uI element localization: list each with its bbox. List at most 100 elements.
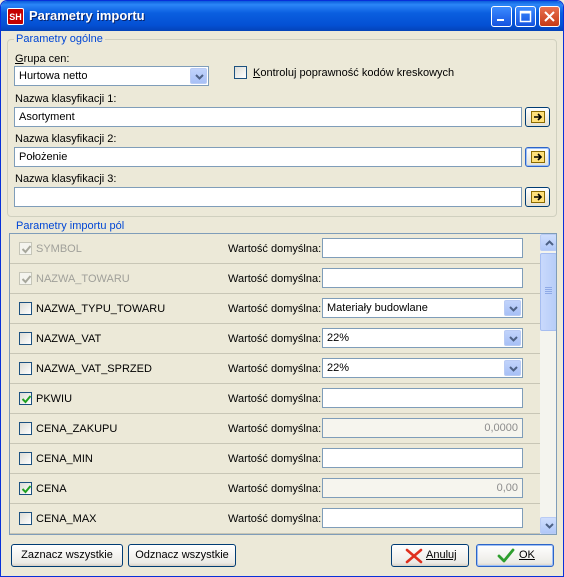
field-checkbox — [19, 272, 32, 285]
app-icon: SH — [7, 8, 24, 25]
field-row: CENA Wartość domyślna: 0,00 — [10, 474, 540, 504]
field-row: NAZWA_VAT Wartość domyślna: 22% — [10, 324, 540, 354]
ok-label: OK — [519, 549, 535, 561]
default-value-label: Wartość domyślna: — [228, 513, 322, 525]
field-name: NAZWA_TYPU_TOWARU — [36, 303, 166, 315]
default-value-label: Wartość domyślna: — [228, 243, 322, 255]
window-title: Parametry importu — [29, 8, 145, 23]
field-checkbox[interactable] — [19, 362, 32, 375]
chevron-up-icon — [545, 240, 554, 246]
deselect-all-button[interactable]: Odznacz wszystkie — [128, 544, 236, 567]
maximize-button[interactable] — [515, 6, 536, 27]
field-row: CENA_ZAKUPU Wartość domyślna: 0,0000 — [10, 414, 540, 444]
field-row: CENA_MAX Wartość domyślna: — [10, 504, 540, 534]
field-checkbox[interactable] — [19, 512, 32, 525]
class3-label: Nazwa klasyfikacji 3: — [15, 173, 117, 185]
field-row: NAZWA_VAT_SPRZED Wartość domyślna: 22% — [10, 354, 540, 384]
field-parameters-list[interactable]: SYMBOL Wartość domyślna: NAZWA_TOWARU Warto… — [9, 233, 557, 535]
default-value-select[interactable]: 22% — [322, 328, 523, 348]
cancel-x-icon — [405, 548, 423, 564]
default-value-input[interactable] — [322, 268, 523, 288]
scroll-down-button[interactable] — [540, 517, 556, 534]
chevron-down-icon[interactable] — [504, 330, 521, 346]
ok-button[interactable]: OK — [476, 544, 554, 567]
field-name: CENA_MIN — [36, 453, 93, 465]
cancel-label: Anuluj — [426, 549, 457, 561]
price-group-select[interactable]: Hurtowa netto — [14, 66, 209, 86]
default-value-label: Wartość domyślna: — [228, 333, 322, 345]
field-checkbox[interactable] — [19, 392, 32, 405]
default-value-label: Wartość domyślna: — [228, 393, 322, 405]
check-icon — [21, 275, 32, 284]
vertical-scrollbar[interactable] — [540, 234, 556, 534]
class2-label: Nazwa klasyfikacji 2: — [15, 133, 117, 145]
default-value-input[interactable] — [322, 388, 523, 408]
default-value-input[interactable] — [322, 448, 523, 468]
default-value-label: Wartość domyślna: — [228, 363, 322, 375]
default-value-label: Wartość domyślna: — [228, 453, 322, 465]
default-value-text: 22% — [327, 332, 350, 344]
field-name: CENA — [36, 483, 67, 495]
scroll-up-button[interactable] — [540, 234, 556, 251]
title-bar[interactable]: SH Parametry importu — [1, 1, 563, 31]
default-value-input[interactable]: 0,00 — [322, 478, 523, 498]
field-checkbox[interactable] — [19, 302, 32, 315]
field-name: NAZWA_TOWARU — [36, 273, 130, 285]
default-value-input[interactable]: 0,0000 — [322, 418, 523, 438]
class1-pick-button[interactable] — [525, 107, 550, 127]
field-name: NAZWA_VAT — [36, 333, 102, 345]
field-checkbox — [19, 242, 32, 255]
maximize-icon — [519, 10, 532, 23]
field-checkbox[interactable] — [19, 332, 32, 345]
default-value-label: Wartość domyślna: — [228, 273, 322, 285]
field-row: SYMBOL Wartość domyślna: — [10, 234, 540, 264]
cancel-button[interactable]: Anuluj — [391, 544, 469, 567]
barcode-check-checkbox[interactable] — [234, 66, 247, 79]
class2-input[interactable]: Położenie — [14, 147, 522, 167]
default-value-text: 22% — [327, 362, 350, 374]
barcode-check-label[interactable]: Kontroluj poprawność kodów kreskowych — [253, 67, 454, 79]
price-group-label: Grupa cen: — [15, 53, 70, 65]
minimize-button[interactable] — [491, 6, 512, 27]
chevron-down-icon[interactable] — [190, 68, 207, 84]
arrow-right-icon — [531, 111, 545, 123]
field-row: NAZWA_TYPU_TOWARU Wartość domyślna: Materi… — [10, 294, 540, 324]
chevron-down-icon — [545, 523, 554, 529]
check-icon — [21, 395, 32, 404]
field-checkbox[interactable] — [19, 452, 32, 465]
default-value-select[interactable]: 22% — [322, 358, 523, 378]
default-value-select[interactable]: Materiały budowlane — [322, 298, 523, 318]
class1-label: Nazwa klasyfikacji 1: — [15, 93, 117, 105]
chevron-down-icon[interactable] — [504, 360, 521, 376]
field-row: CENA_MIN Wartość domyślna: — [10, 444, 540, 474]
check-icon — [21, 245, 32, 254]
field-checkbox[interactable] — [19, 482, 32, 495]
field-checkbox[interactable] — [19, 422, 32, 435]
field-name: PKWIU — [36, 393, 73, 405]
class3-pick-button[interactable] — [525, 187, 550, 207]
arrow-right-icon — [531, 151, 545, 163]
price-group-value: Hurtowa netto — [19, 70, 88, 82]
select-all-button[interactable]: Zaznacz wszystkie — [11, 544, 123, 567]
class3-input[interactable] — [14, 187, 522, 207]
default-value-input[interactable] — [322, 508, 523, 528]
arrow-right-icon — [531, 191, 545, 203]
checkmark-icon — [497, 548, 515, 563]
import-parameters-window: SH Parametry importu Parametry ogólne Gr… — [0, 0, 564, 577]
minimize-icon — [497, 19, 504, 21]
chevron-down-icon[interactable] — [504, 300, 521, 316]
field-parameters-legend: Parametry importu pól — [14, 220, 127, 232]
close-button[interactable] — [539, 6, 560, 27]
field-name: CENA_MAX — [36, 513, 97, 525]
close-icon — [544, 11, 555, 22]
default-value-label: Wartość domyślna: — [228, 303, 322, 315]
default-value-label: Wartość domyślna: — [228, 423, 322, 435]
field-name: CENA_ZAKUPU — [36, 423, 118, 435]
scroll-thumb[interactable] — [540, 253, 556, 331]
class2-pick-button[interactable] — [525, 147, 550, 167]
field-name: SYMBOL — [36, 243, 82, 255]
field-name: NAZWA_VAT_SPRZED — [36, 363, 152, 375]
class1-input[interactable]: Asortyment — [14, 107, 522, 127]
default-value-text: Materiały budowlane — [327, 302, 428, 314]
default-value-input[interactable] — [322, 238, 523, 258]
